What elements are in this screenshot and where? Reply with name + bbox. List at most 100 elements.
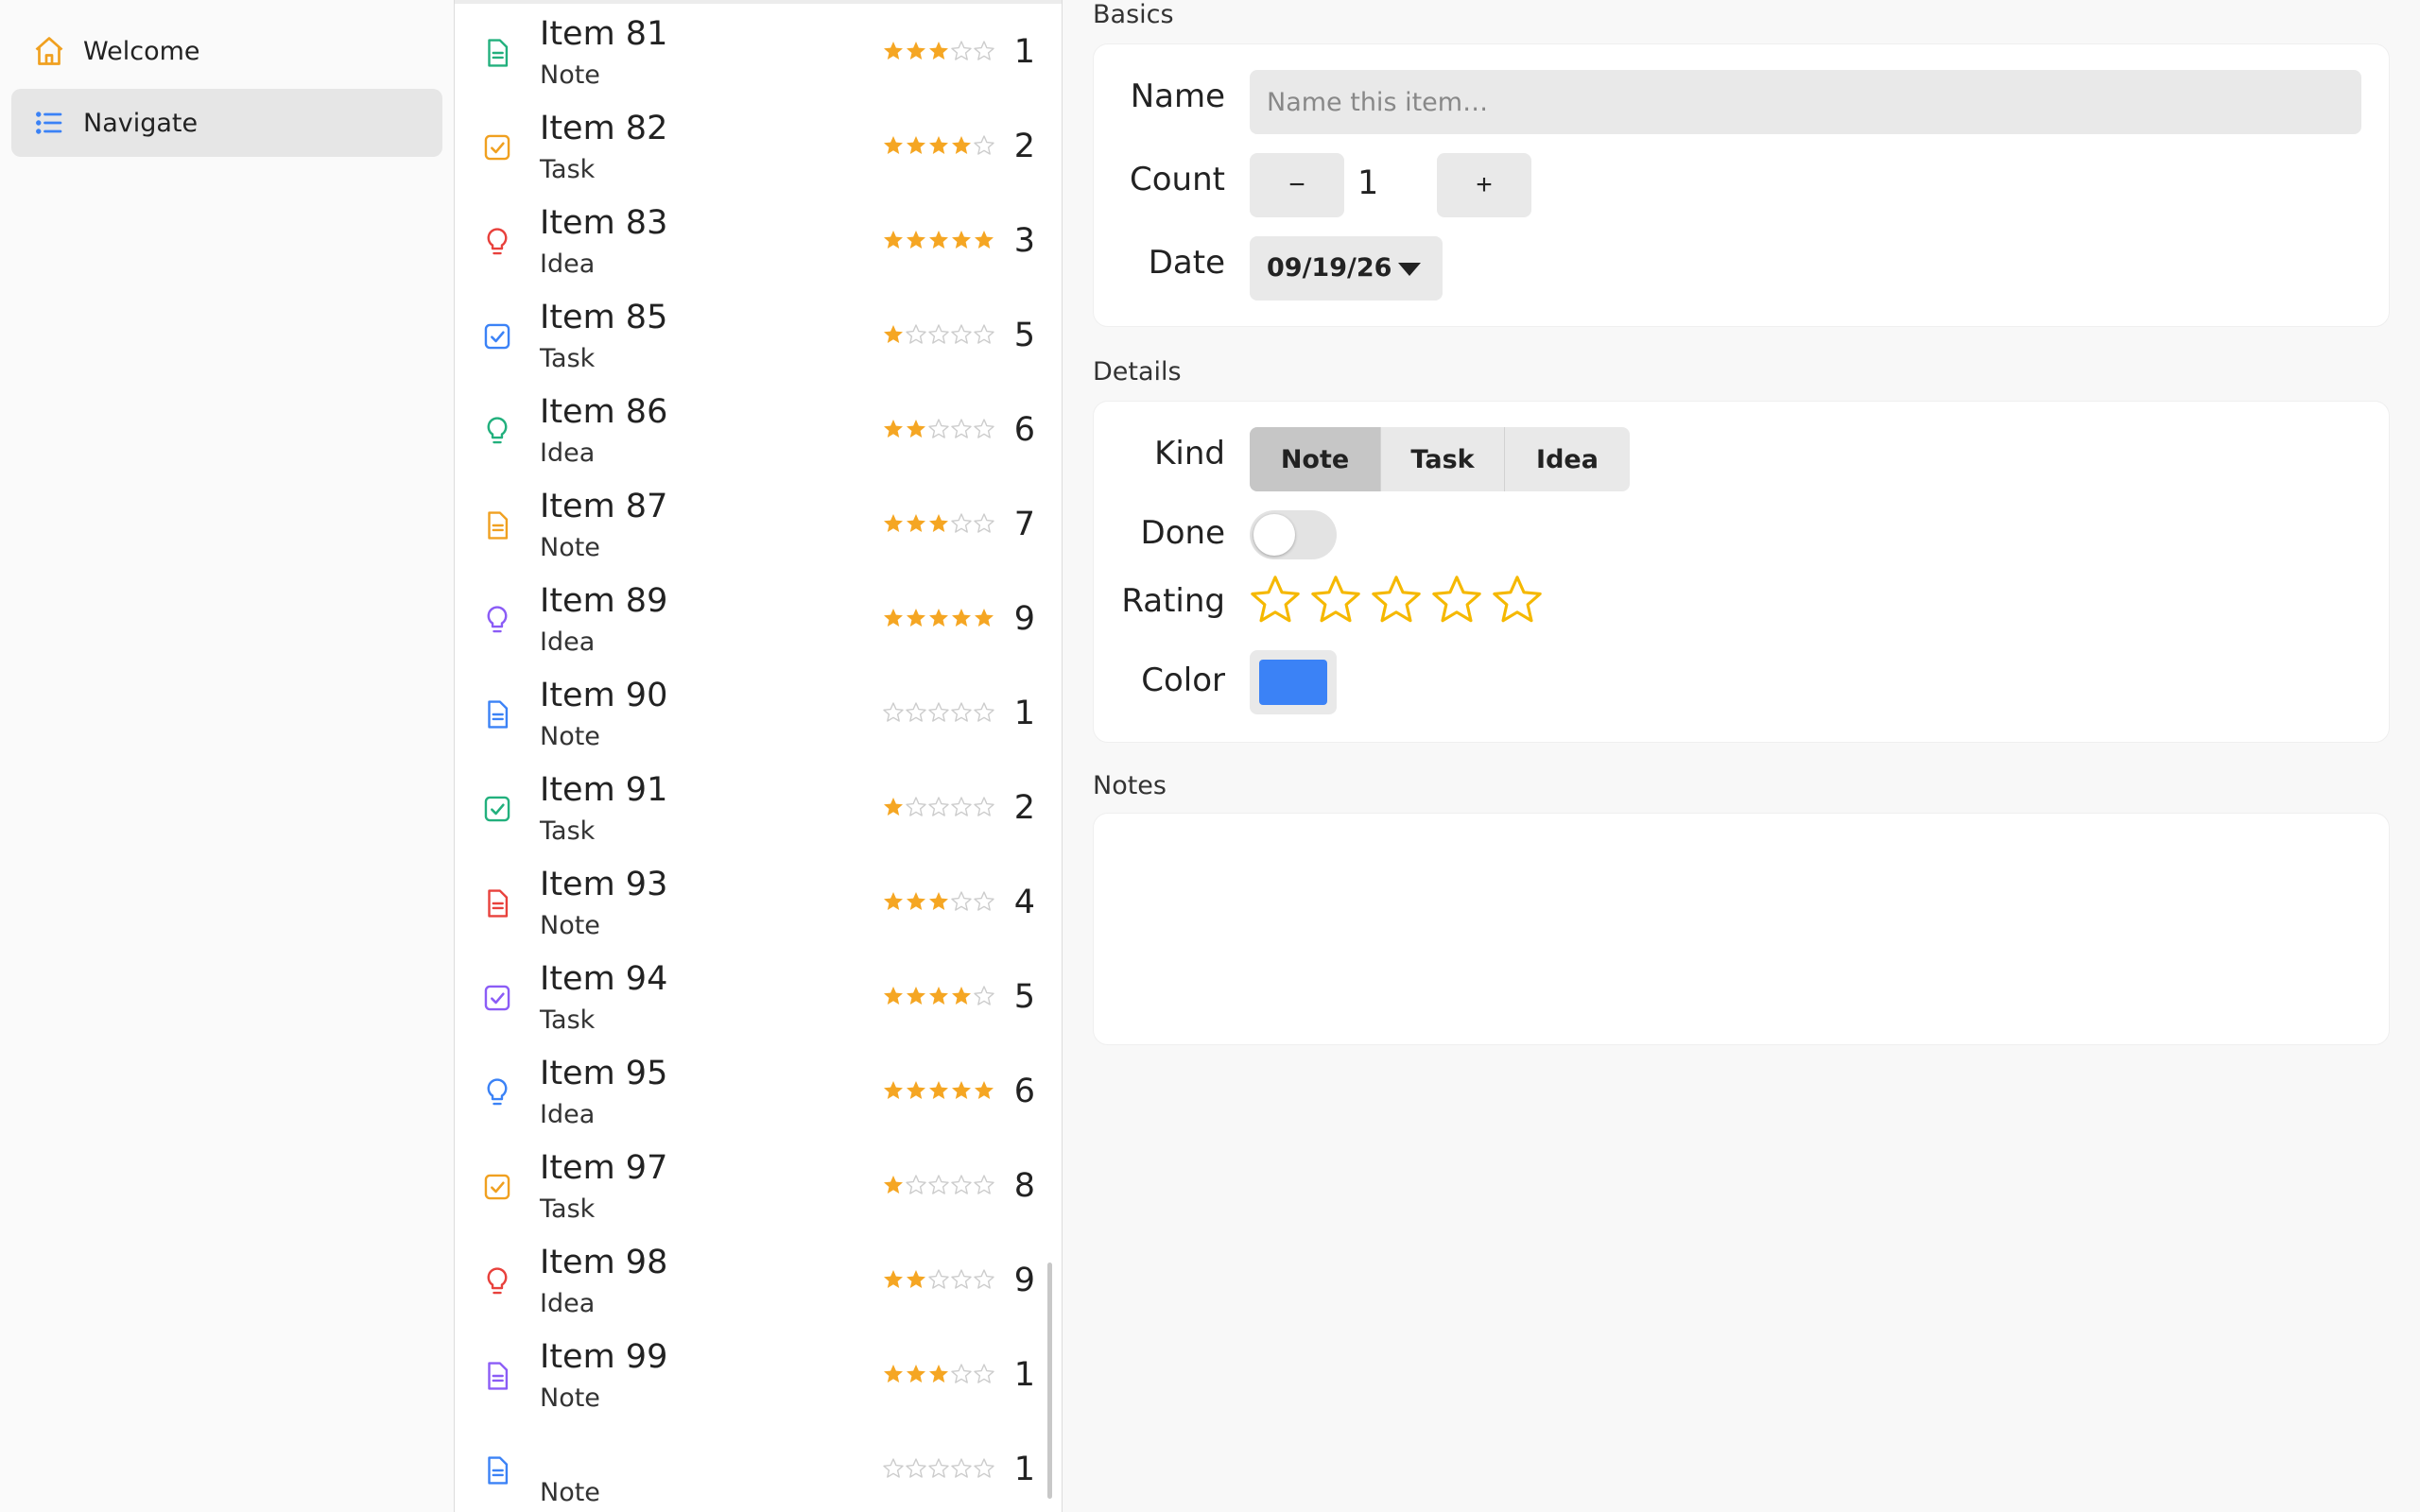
kind-option-note[interactable]: Note (1250, 427, 1381, 491)
star-filled-icon (952, 231, 971, 249)
item-count: 6 (1013, 1073, 1035, 1110)
date-label: Date (1148, 244, 1225, 282)
sidebar-item-welcome[interactable]: Welcome (11, 17, 442, 85)
star-empty-icon (974, 41, 994, 60)
item-rating (882, 890, 995, 913)
star-filled-icon (884, 1081, 903, 1099)
item-count: 3 (1013, 222, 1035, 260)
list-item[interactable]: Item 99 Note 1 (455, 1327, 1062, 1421)
item-rating (882, 134, 995, 157)
idea-icon (487, 606, 508, 633)
list-item[interactable]: Item 83 Idea 3 (455, 193, 1062, 287)
date-picker[interactable]: 09/19/26 (1250, 236, 1443, 301)
task-icon (484, 1174, 510, 1200)
item-count: 9 (1013, 1262, 1035, 1299)
star-filled-icon (975, 609, 994, 627)
item-count: 6 (1013, 411, 1035, 449)
star-filled-icon (884, 1176, 903, 1194)
star-filled-icon (907, 1270, 925, 1288)
count-label: Count (1130, 161, 1225, 198)
color-swatch (1259, 660, 1327, 705)
star-empty-icon (951, 1458, 972, 1478)
item-kind: Note (540, 60, 600, 90)
item-count: 1 (1013, 1356, 1035, 1394)
star-filled-icon (884, 798, 903, 816)
star-empty-icon (951, 1364, 972, 1383)
decrement-button[interactable]: − (1250, 153, 1344, 217)
star-filled-icon (907, 987, 925, 1005)
rating-star-icon[interactable] (1248, 573, 1303, 627)
rating-star-icon[interactable] (1429, 573, 1484, 627)
star-empty-icon (951, 1269, 972, 1289)
kind-segmented-control: Note Task Idea (1250, 427, 1630, 491)
item-title: Item 95 (540, 1055, 668, 1092)
star-filled-icon (929, 514, 948, 532)
list-item[interactable]: Item 90 Note 1 (455, 665, 1062, 760)
rating-star-icon[interactable] (1308, 573, 1363, 627)
item-list[interactable]: Item 81 Note 1 Item 82 Task 2 Item 83 Idea 3 Item… (454, 0, 1063, 1512)
list-item[interactable]: Item 81 Note 1 (455, 4, 1062, 98)
item-rating (882, 1457, 995, 1480)
kind-option-idea[interactable]: Idea (1505, 427, 1630, 491)
rating-star-icon[interactable] (1369, 573, 1424, 627)
item-count: 1 (1013, 695, 1035, 732)
item-count: 1 (1013, 33, 1035, 71)
list-item[interactable]: Item 87 Note 7 (455, 476, 1062, 571)
sidebar-item-navigate[interactable]: Navigate (11, 89, 442, 157)
task-icon (484, 134, 510, 161)
kind-label: Kind (1154, 435, 1225, 472)
task-icon (484, 796, 510, 822)
item-title: Item 82 (540, 110, 668, 147)
list-item[interactable]: Note 1 (455, 1421, 1062, 1512)
note-icon (488, 511, 509, 540)
item-title: Item 85 (540, 299, 668, 336)
star-empty-icon (974, 1175, 994, 1194)
list-item[interactable]: Item 94 Task 5 (455, 949, 1062, 1043)
list-item[interactable]: Item 91 Task 2 (455, 760, 1062, 854)
list-item[interactable]: Item 98 Idea 9 (455, 1232, 1062, 1327)
item-rating (882, 985, 995, 1007)
star-filled-icon (929, 42, 948, 60)
color-label: Color (1141, 662, 1225, 699)
details-section-title: Details (1093, 357, 1182, 387)
task-icon (484, 985, 510, 1011)
list-item[interactable]: Item 89 Idea 9 (455, 571, 1062, 665)
star-filled-icon (884, 420, 903, 438)
star-filled-icon (907, 1365, 925, 1383)
notes-textarea[interactable] (1093, 813, 2390, 1045)
list-item[interactable]: Item 93 Note 4 (455, 854, 1062, 949)
item-rating (882, 1079, 995, 1102)
star-empty-icon (951, 324, 972, 344)
list-item[interactable]: Item 97 Task 8 (455, 1138, 1062, 1232)
color-picker[interactable] (1250, 650, 1337, 714)
list-item[interactable]: Item 82 Task 2 (455, 98, 1062, 193)
star-empty-icon (951, 1175, 972, 1194)
notes-section-title: Notes (1093, 771, 1167, 800)
star-empty-icon (906, 1458, 926, 1478)
item-count: 7 (1013, 506, 1035, 543)
star-empty-icon (974, 1364, 994, 1383)
note-icon (488, 1362, 509, 1390)
done-toggle[interactable] (1250, 510, 1337, 559)
idea-icon (487, 417, 508, 444)
list-item[interactable]: Item 86 Idea 6 (455, 382, 1062, 476)
sidebar: Welcome Navigate (0, 0, 454, 1512)
kind-option-task[interactable]: Task (1381, 427, 1505, 491)
star-empty-icon (883, 1458, 904, 1478)
list-item[interactable]: Item 85 Task 5 (455, 287, 1062, 382)
list-item[interactable]: Item 95 Idea 6 (455, 1043, 1062, 1138)
item-kind: Note (540, 1383, 600, 1413)
star-empty-icon (974, 324, 994, 344)
item-title: Item 90 (540, 677, 668, 714)
item-count: 5 (1013, 317, 1035, 354)
item-title: Item 86 (540, 393, 668, 431)
name-field[interactable] (1250, 70, 2361, 134)
rating-star-icon[interactable] (1490, 573, 1545, 627)
star-empty-icon (928, 702, 949, 722)
increment-button[interactable]: + (1437, 153, 1531, 217)
star-empty-icon (974, 513, 994, 533)
item-title: Item 83 (540, 204, 668, 242)
star-filled-icon (884, 231, 903, 249)
list-scrollbar[interactable] (1047, 1263, 1052, 1499)
item-rating (882, 323, 995, 346)
